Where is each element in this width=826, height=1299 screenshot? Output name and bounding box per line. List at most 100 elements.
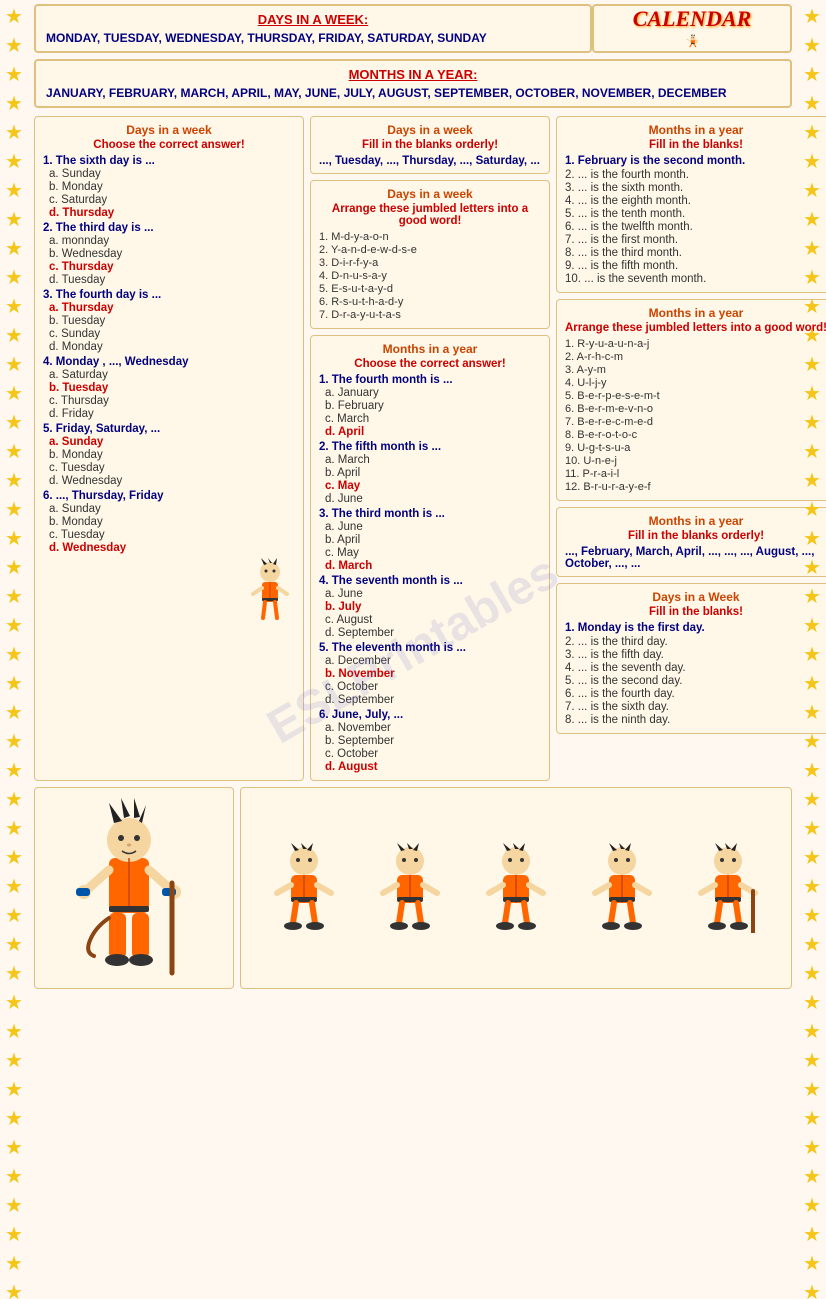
ex5-w7: 7. B-e-r-e-c-m-e-d	[565, 416, 826, 428]
ex3-q5: 5. ... is the tenth month.	[565, 208, 826, 220]
star: ★	[803, 729, 821, 754]
ex1-subtitle: Choose the correct answer!	[43, 139, 295, 151]
exercise-2b-box: Days in a week Arrange these jumbled let…	[310, 180, 550, 329]
star: ★	[5, 91, 23, 116]
ex4-q5: 5. The eleventh month is ...	[319, 642, 541, 654]
star: ★	[803, 207, 821, 232]
ex3-q2: 2. ... is the fourth month.	[565, 169, 826, 181]
star: ★	[5, 207, 23, 232]
goku-small-fig-5	[693, 843, 763, 933]
goku-small-fig-1	[269, 843, 339, 933]
ex5-w11: 11. P-r-a-i-l	[565, 468, 826, 480]
exercise-7-box: Days in a Week Fill in the blanks! 1. Mo…	[556, 583, 826, 734]
ex1-q6-b: b. Monday	[49, 516, 295, 528]
star: ★	[5, 555, 23, 580]
ex5-title: Months in a year	[565, 306, 826, 320]
ex5-w10: 10. U-n-e-j	[565, 455, 826, 467]
goku-flying-image	[622, 32, 762, 51]
ex7-q4: 4. ... is the seventh day.	[565, 662, 826, 674]
star: ★	[5, 4, 23, 29]
star: ★	[5, 700, 23, 725]
ex1-q5-b: b. Monday	[49, 449, 295, 461]
star: ★	[5, 410, 23, 435]
ex1-q6-a: a. Sunday	[49, 503, 295, 515]
star: ★	[803, 1164, 821, 1189]
star: ★	[5, 1019, 23, 1044]
ex1-q5-c: c. Tuesday	[49, 462, 295, 474]
star: ★	[803, 787, 821, 812]
star: ★	[5, 497, 23, 522]
ex5-w6: 6. B-e-r-m-e-v-n-o	[565, 403, 826, 415]
star: ★	[803, 671, 821, 696]
months-content: JANUARY, FEBRUARY, MARCH, APRIL, MAY, JU…	[46, 86, 780, 100]
star: ★	[803, 1222, 821, 1247]
days-content: MONDAY, TUESDAY, WEDNESDAY, THURSDAY, FR…	[46, 31, 580, 45]
star: ★	[5, 62, 23, 87]
star: ★	[5, 294, 23, 319]
ex1-q3-c: c. Sunday	[49, 328, 295, 340]
ex2-word-4: 4. D-n-u-s-a-y	[319, 270, 541, 282]
star: ★	[803, 613, 821, 638]
ex1-q6-c: c. Tuesday	[49, 529, 295, 541]
star: ★	[5, 120, 23, 145]
ex2-subtitle: Fill in the blanks orderly!	[319, 139, 541, 151]
star: ★	[5, 613, 23, 638]
goku-big-bottom	[34, 787, 234, 989]
ex7-q6: 6. ... is the fourth day.	[565, 688, 826, 700]
star: ★	[803, 758, 821, 783]
ex7-subtitle: Fill in the blanks!	[565, 606, 826, 618]
ex4-q6: 6. June, July, ...	[319, 709, 541, 721]
ex7-title: Days in a Week	[565, 590, 826, 604]
exercise-3-box: Months in a year Fill in the blanks! 1. …	[556, 116, 826, 293]
ex3-q7: 7. ... is the first month.	[565, 234, 826, 246]
star: ★	[803, 120, 821, 145]
star: ★	[803, 903, 821, 928]
ex2-word-2: 2. Y-a-n-d-e-w-d-s-e	[319, 244, 541, 256]
months-title: MONTHS IN A YEAR:	[46, 67, 780, 82]
star: ★	[5, 149, 23, 174]
star: ★	[803, 439, 821, 464]
star: ★	[5, 787, 23, 812]
ex2-title: Days in a week	[319, 123, 541, 137]
ex5-subtitle: Arrange these jumbled letters into a goo…	[565, 322, 826, 334]
star: ★	[803, 1077, 821, 1102]
ex3-q4: 4. ... is the eighth month.	[565, 195, 826, 207]
exercise-4-box: Months in a year Choose the correct answ…	[310, 335, 550, 781]
ex4-q2: 2. The fifth month is ...	[319, 441, 541, 453]
star: ★	[803, 381, 821, 406]
days-title: DAYS IN A WEEK:	[46, 12, 580, 27]
left-star-border: ★ ★ ★ ★ ★ ★ ★ ★ ★ ★ ★ ★ ★ ★ ★ ★ ★ ★ ★ ★ …	[0, 0, 28, 1299]
star: ★	[803, 555, 821, 580]
ex3-q9: 9. ... is the fifth month.	[565, 260, 826, 272]
ex2-word-3: 3. D-i-r-f-y-a	[319, 257, 541, 269]
star: ★	[5, 903, 23, 928]
star: ★	[5, 961, 23, 986]
goku-standing-big	[54, 788, 214, 988]
ex4-title: Months in a year	[319, 342, 541, 356]
exercise-2a-box: Days in a week Fill in the blanks orderl…	[310, 116, 550, 174]
right-star-border: ★ ★ ★ ★ ★ ★ ★ ★ ★ ★ ★ ★ ★ ★ ★ ★ ★ ★ ★ ★ …	[798, 0, 826, 1299]
ex2-word-6: 6. R-s-u-t-h-a-d-y	[319, 296, 541, 308]
star: ★	[5, 526, 23, 551]
star: ★	[803, 642, 821, 667]
ex5-w4: 4. U-l-j-y	[565, 377, 826, 389]
star: ★	[5, 932, 23, 957]
ex4-q3: 3. The third month is ...	[319, 508, 541, 520]
star: ★	[803, 961, 821, 986]
star: ★	[803, 816, 821, 841]
ex1-q1-c: c. Saturday	[49, 194, 295, 206]
star: ★	[5, 381, 23, 406]
star: ★	[803, 178, 821, 203]
star: ★	[803, 845, 821, 870]
ex5-w2: 2. A-r-h-c-m	[565, 351, 826, 363]
ex1-q4: 4. Monday , ..., Wednesday	[43, 356, 295, 368]
ex2-word-1: 1. M-d-y-a-o-n	[319, 231, 541, 243]
ex1-q4-c: c. Thursday	[49, 395, 295, 407]
star: ★	[5, 1077, 23, 1102]
goku-small-fig-4	[587, 843, 657, 933]
star: ★	[5, 1048, 23, 1073]
ex1-q3-d: d. Monday	[49, 341, 295, 353]
star: ★	[5, 584, 23, 609]
ex3-q8: 8. ... is the third month.	[565, 247, 826, 259]
ex1-q4-d: d. Friday	[49, 408, 295, 420]
